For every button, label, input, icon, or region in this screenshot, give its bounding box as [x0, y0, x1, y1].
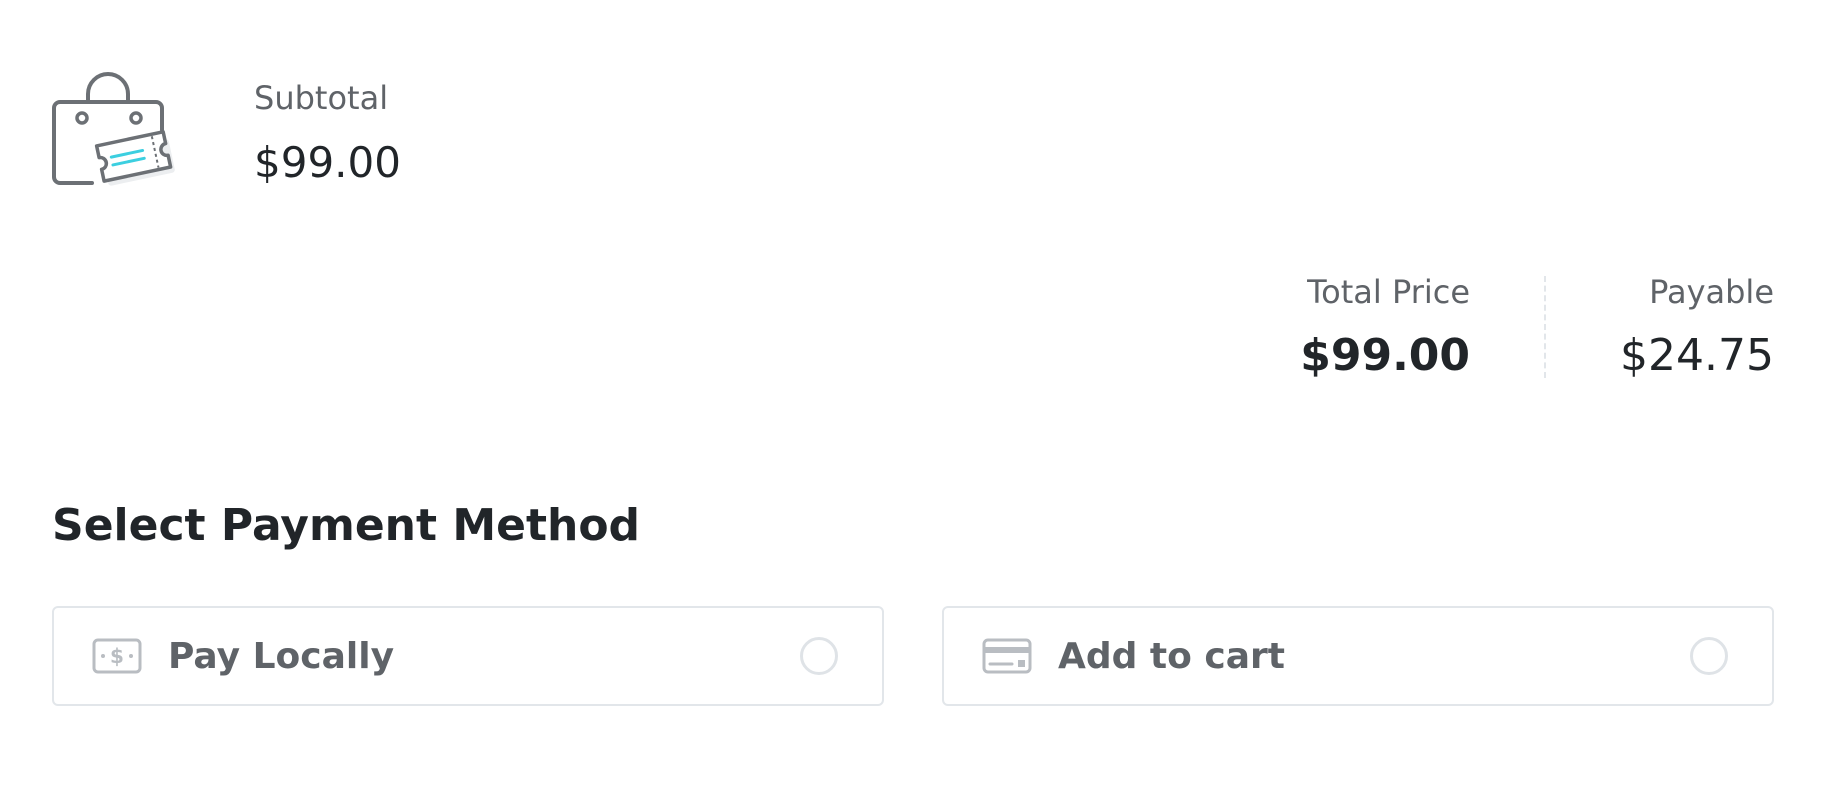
payment-option-pay-locally[interactable]: $ Pay Locally: [52, 606, 884, 706]
add-to-cart-radio[interactable]: [1690, 637, 1728, 675]
payment-method-title: Select Payment Method: [52, 500, 641, 551]
payable-value: $24.75: [1620, 330, 1774, 381]
subtotal-label: Subtotal: [254, 79, 389, 117]
shopping-bag-ticket-icon: [52, 72, 175, 186]
pay-locally-radio[interactable]: [800, 637, 838, 675]
total-price-label: Total Price: [1307, 273, 1471, 311]
subtotal-block: Subtotal $99.00: [52, 72, 401, 190]
cash-icon: $: [92, 638, 142, 674]
add-to-cart-label: Add to cart: [1058, 635, 1286, 677]
payment-option-add-to-cart[interactable]: Add to cart: [942, 606, 1774, 706]
total-price-value: $99.00: [1300, 330, 1471, 381]
payable-column: Payable $24.75: [1546, 276, 1774, 378]
credit-card-icon: [982, 638, 1032, 674]
totals-summary: Total Price $99.00 Payable $24.75: [1300, 276, 1774, 378]
subtotal-text: Subtotal $99.00: [254, 72, 401, 184]
subtotal-value: $99.00: [254, 138, 401, 187]
pay-locally-label: Pay Locally: [168, 635, 395, 677]
total-price-column: Total Price $99.00: [1300, 276, 1544, 378]
payment-methods: $ Pay Locally Add to cart: [52, 606, 1774, 706]
svg-text:$: $: [110, 644, 124, 668]
payable-label: Payable: [1649, 273, 1774, 311]
